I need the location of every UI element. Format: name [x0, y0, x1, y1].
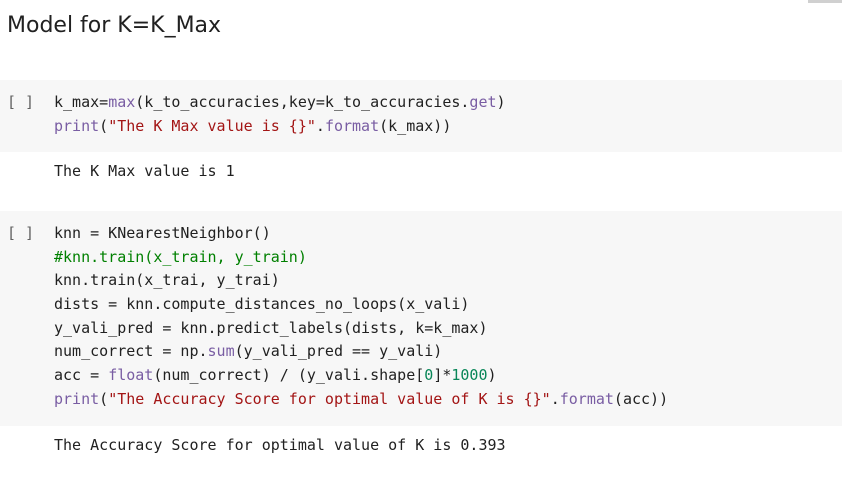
- code-line: acc = float(num_correct) / (y_vali.shape…: [54, 366, 497, 385]
- code-line: #knn.train(x_train, y_train): [54, 247, 307, 266]
- code-cell-2-source[interactable]: knn = KNearestNeighbor() #knn.train(x_tra…: [54, 222, 668, 412]
- code-line: print("The K Max value is {}".format(k_m…: [54, 116, 452, 135]
- code-line: print("The Accuracy Score for optimal va…: [54, 389, 669, 408]
- code-line: knn.train(x_trai, y_trai): [54, 271, 280, 290]
- code-line: knn = KNearestNeighbor(): [54, 224, 271, 242]
- code-line: num_correct = np.sum(y_vali_pred == y_va…: [54, 342, 443, 361]
- section-heading: Model for K=K_Max: [7, 13, 222, 38]
- code-line: dists = knn.compute_distances_no_loops(x…: [54, 295, 470, 314]
- run-cell-2-button[interactable]: [ ]: [7, 222, 34, 246]
- code-cell-1-source[interactable]: k_max=max(k_to_accuracies,key=k_to_accur…: [54, 91, 506, 138]
- code-line: k_max=max(k_to_accuracies,key=k_to_accur…: [54, 93, 506, 111]
- cell-1-output: The K Max value is 1: [54, 162, 235, 180]
- run-cell-1-button[interactable]: [ ]: [7, 91, 34, 115]
- code-line: y_vali_pred = knn.predict_labels(dists, …: [54, 318, 488, 337]
- scrollbar-thumb[interactable]: [808, 0, 842, 3]
- cell-2-output: The Accuracy Score for optimal value of …: [54, 436, 506, 454]
